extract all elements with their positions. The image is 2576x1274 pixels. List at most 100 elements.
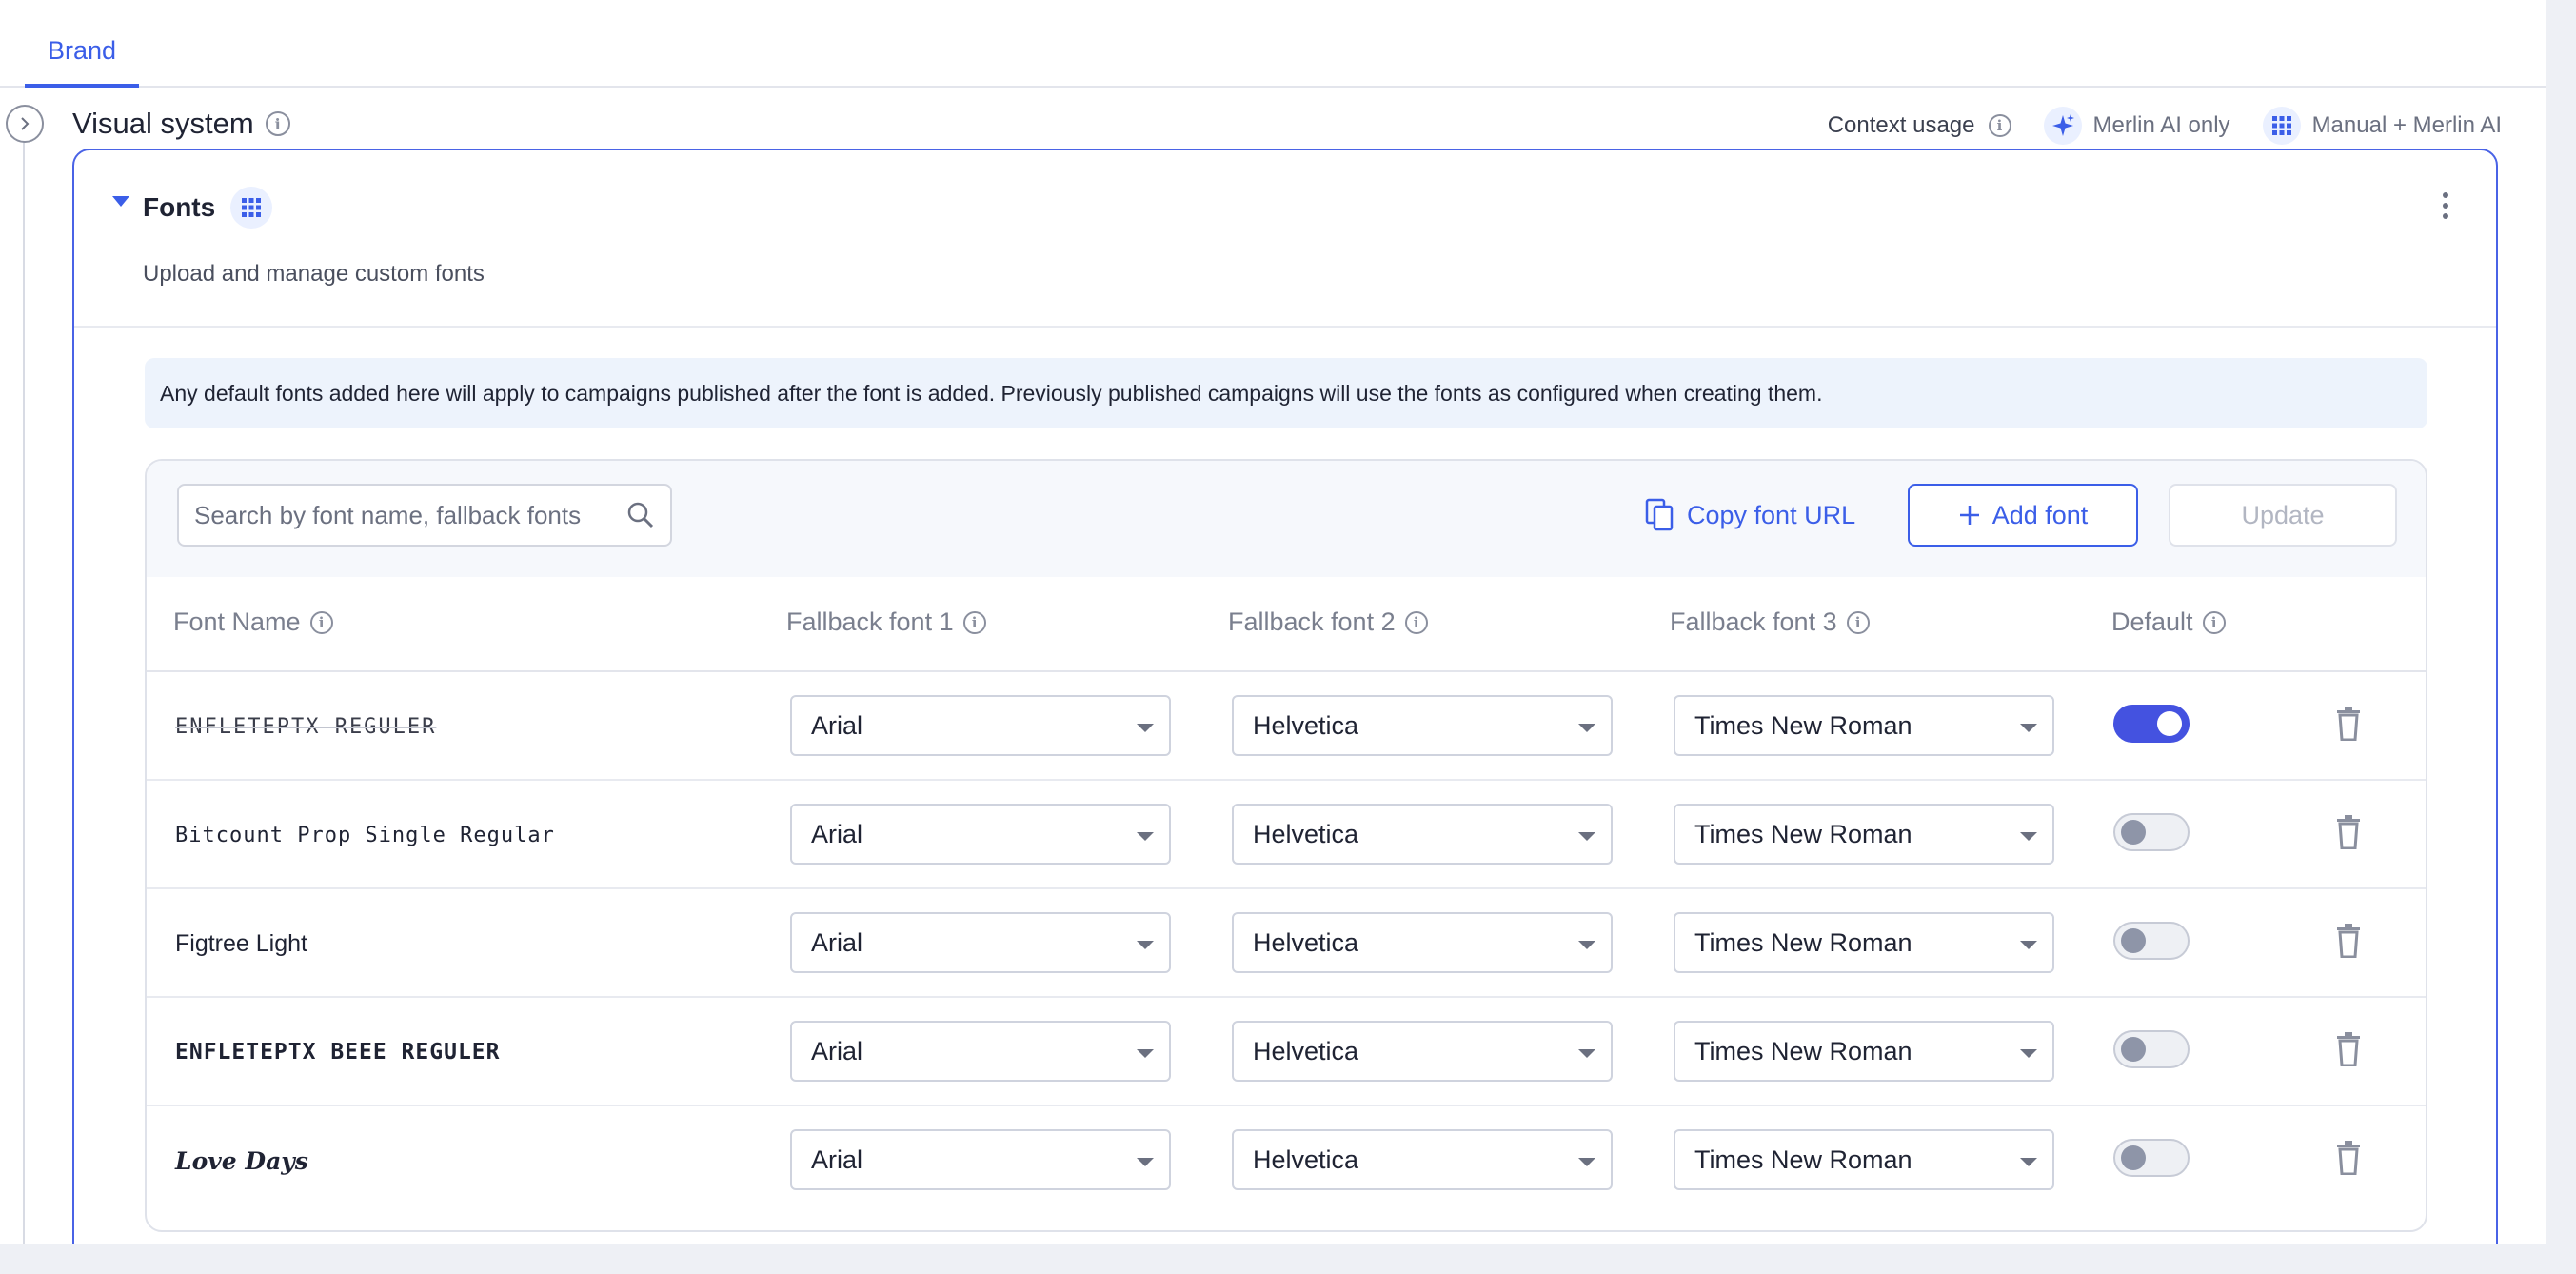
dropdown-arrow-icon: [1578, 724, 1595, 732]
chevron-right-icon: [21, 117, 30, 130]
fallback-1-select[interactable]: Arial: [790, 695, 1171, 756]
select-value: Helvetica: [1253, 1145, 1359, 1174]
rail-line: [23, 141, 25, 1244]
fallback-3-select[interactable]: Times New Roman: [1674, 804, 2054, 865]
delete-icon[interactable]: [2336, 1141, 2361, 1180]
select-value: Arial: [811, 819, 863, 848]
table-toolbar: Copy font URL Add font Update: [147, 461, 2426, 577]
font-name-cell: Bitcount Prop Single Regular: [175, 823, 555, 847]
info-icon[interactable]: i: [265, 111, 290, 136]
delete-icon[interactable]: [2336, 707, 2361, 746]
tab-bar: Brand: [0, 0, 2546, 88]
font-name-cell: ENFLETEPTX REGULER: [175, 714, 437, 739]
update-button[interactable]: Update: [2169, 484, 2397, 547]
plus-icon: [1959, 506, 1979, 525]
default-toggle[interactable]: [2113, 922, 2190, 960]
column-header-fallback-1: Fallback font 1 i: [786, 607, 986, 637]
info-icon[interactable]: i: [309, 610, 333, 634]
dropdown-arrow-icon: [1578, 1158, 1595, 1166]
info-icon[interactable]: i: [1846, 610, 1870, 634]
bottom-edge: [0, 1244, 2576, 1274]
context-usage-label: Context usage: [1827, 112, 1975, 138]
dropdown-arrow-icon: [2020, 1158, 2037, 1166]
merlin-only-label: Merlin AI only: [2092, 112, 2230, 138]
dropdown-arrow-icon: [1137, 724, 1154, 732]
select-value: Arial: [811, 927, 863, 957]
fallback-3-select[interactable]: Times New Roman: [1674, 912, 2054, 973]
fallback-2-select[interactable]: Helvetica: [1232, 1129, 1613, 1190]
fallback-2-select[interactable]: Helvetica: [1232, 1021, 1613, 1082]
dropdown-arrow-icon: [2020, 941, 2037, 949]
info-icon[interactable]: i: [962, 610, 986, 634]
fallback-1-select[interactable]: Arial: [790, 1129, 1171, 1190]
grid-icon: [2262, 107, 2301, 145]
fonts-card: Fonts Upload and manage custom fonts Any…: [72, 149, 2498, 1263]
table-row: ENFLETEPTX BEEE REGULER Arial Helvetica …: [147, 998, 2426, 1106]
table-header: Font Name i Fallback font 1 i Fallback f…: [147, 577, 2426, 672]
table-row: ENFLETEPTX REGULER Arial Helvetica Times…: [147, 672, 2426, 781]
font-name-cell: ENFLETEPTX BEEE REGULER: [175, 1040, 501, 1065]
toggle-knob: [2121, 928, 2146, 953]
toggle-knob: [2121, 820, 2146, 845]
section-title-text: Visual system: [72, 107, 254, 140]
default-toggle[interactable]: [2113, 813, 2190, 851]
column-header-label: Font Name: [173, 607, 301, 636]
page: Brand Visual system i Context usage i Me…: [0, 0, 2546, 1263]
dropdown-arrow-icon: [1137, 1049, 1154, 1058]
fallback-1-select[interactable]: Arial: [790, 1021, 1171, 1082]
fallback-2-select[interactable]: Helvetica: [1232, 912, 1613, 973]
column-header-label: Fallback font 3: [1670, 607, 1837, 636]
fallback-3-select[interactable]: Times New Roman: [1674, 695, 2054, 756]
column-header-label: Fallback font 1: [786, 607, 954, 636]
expand-sidebar-button[interactable]: [6, 105, 44, 143]
column-header-fallback-2: Fallback font 2 i: [1228, 607, 1428, 637]
info-icon[interactable]: i: [1404, 610, 1428, 634]
copy-font-url-button[interactable]: Copy font URL: [1645, 484, 1855, 547]
add-font-label: Add font: [1991, 500, 2089, 529]
info-icon[interactable]: i: [1988, 114, 2011, 137]
default-toggle[interactable]: [2113, 1030, 2190, 1068]
delete-icon[interactable]: [2336, 1032, 2361, 1071]
add-font-button[interactable]: Add font: [1908, 484, 2138, 547]
table-row: Bitcount Prop Single Regular Arial Helve…: [147, 781, 2426, 889]
fallback-1-select[interactable]: Arial: [790, 912, 1171, 973]
tab-brand[interactable]: Brand: [25, 27, 140, 88]
search-input[interactable]: [194, 500, 626, 530]
select-value: Times New Roman: [1694, 710, 1912, 740]
collapse-caret-icon[interactable]: [112, 196, 129, 207]
section-title: Visual system i: [72, 107, 290, 141]
search-icon: [627, 502, 654, 528]
fallback-3-select[interactable]: Times New Roman: [1674, 1021, 2054, 1082]
manual-merlin-legend: Manual + Merlin AI: [2262, 107, 2502, 145]
fallback-2-select[interactable]: Helvetica: [1232, 695, 1613, 756]
select-value: Arial: [811, 1145, 863, 1174]
font-name-cell: Love Days: [175, 1146, 308, 1175]
more-options-icon[interactable]: [2443, 192, 2448, 219]
delete-icon[interactable]: [2336, 815, 2361, 854]
search-field[interactable]: [177, 484, 672, 547]
delete-icon[interactable]: [2336, 924, 2361, 963]
dropdown-arrow-icon: [2020, 832, 2037, 841]
column-header-label: Default: [2111, 607, 2193, 636]
fallback-1-select[interactable]: Arial: [790, 804, 1171, 865]
table-row: Love Days Arial Helvetica Times New Roma…: [147, 1106, 2426, 1215]
fallback-2-select[interactable]: Helvetica: [1232, 804, 1613, 865]
card-subtitle: Upload and manage custom fonts: [143, 261, 485, 287]
dropdown-arrow-icon: [1578, 941, 1595, 949]
dropdown-arrow-icon: [1137, 832, 1154, 841]
merlin-only-legend: Merlin AI only: [2043, 107, 2230, 145]
dropdown-arrow-icon: [1578, 832, 1595, 841]
scrollbar-track[interactable]: [2546, 0, 2576, 1274]
default-toggle[interactable]: [2113, 1139, 2190, 1177]
column-header-fallback-3: Fallback font 3 i: [1670, 607, 1870, 637]
default-toggle[interactable]: [2113, 705, 2190, 743]
dropdown-arrow-icon: [2020, 1049, 2037, 1058]
copy-icon: [1645, 498, 1674, 531]
sparkle-icon: [2043, 107, 2082, 145]
select-value: Times New Roman: [1694, 819, 1912, 848]
info-icon[interactable]: i: [2202, 610, 2226, 634]
card-title-text: Fonts: [143, 192, 216, 222]
fallback-3-select[interactable]: Times New Roman: [1674, 1129, 2054, 1190]
select-value: Times New Roman: [1694, 1145, 1912, 1174]
column-header-font-name: Font Name i: [173, 607, 333, 637]
